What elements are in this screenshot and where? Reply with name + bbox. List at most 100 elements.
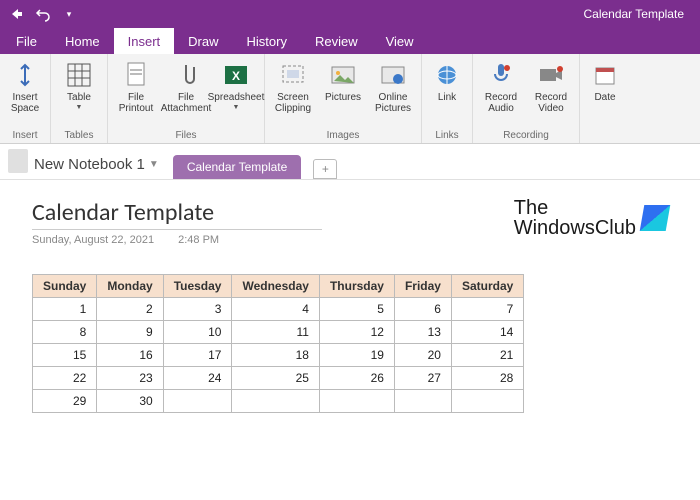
calendar-header-row: SundayMondayTuesdayWednesdayThursdayFrid… bbox=[33, 275, 524, 298]
paperclip-icon bbox=[171, 60, 201, 90]
calendar-cell[interactable]: 30 bbox=[97, 390, 163, 413]
table-row: 2930 bbox=[33, 390, 524, 413]
calendar-header-cell: Sunday bbox=[33, 275, 97, 298]
calendar-cell[interactable]: 20 bbox=[394, 344, 451, 367]
notebook-icon[interactable] bbox=[8, 149, 28, 173]
calendar-cell[interactable]: 21 bbox=[451, 344, 523, 367]
title-bar: ▾ Calendar Template bbox=[0, 0, 700, 28]
svg-text:X: X bbox=[232, 69, 240, 83]
tab-history[interactable]: History bbox=[233, 28, 301, 54]
calendar-cell[interactable] bbox=[451, 390, 523, 413]
date-button[interactable]: Date bbox=[584, 56, 626, 107]
pictures-icon bbox=[328, 60, 358, 90]
group-timestamp: Date bbox=[580, 54, 630, 143]
calendar-cell[interactable] bbox=[394, 390, 451, 413]
calendar-cell[interactable]: 26 bbox=[319, 367, 394, 390]
calendar-cell[interactable]: 25 bbox=[232, 367, 319, 390]
page-area: Calendar Template Sunday, August 22, 202… bbox=[0, 180, 700, 431]
calendar-cell[interactable]: 27 bbox=[394, 367, 451, 390]
calendar-cell[interactable]: 4 bbox=[232, 298, 319, 321]
brand-logo-icon bbox=[640, 205, 671, 231]
calendar-cell[interactable]: 12 bbox=[319, 321, 394, 344]
calendar-cell[interactable] bbox=[232, 390, 319, 413]
page-time: 2:48 PM bbox=[178, 234, 219, 246]
chevron-down-icon: ▼ bbox=[76, 104, 83, 111]
page-meta: Sunday, August 22, 2021 2:48 PM bbox=[32, 229, 322, 246]
calendar-header-cell: Saturday bbox=[451, 275, 523, 298]
calendar-cell[interactable]: 18 bbox=[232, 344, 319, 367]
calendar-cell[interactable]: 9 bbox=[97, 321, 163, 344]
calendar-cell[interactable]: 16 bbox=[97, 344, 163, 367]
table-button[interactable]: Table ▼ bbox=[55, 56, 103, 115]
tab-view[interactable]: View bbox=[372, 28, 428, 54]
calendar-cell[interactable]: 11 bbox=[232, 321, 319, 344]
calendar-cell[interactable]: 19 bbox=[319, 344, 394, 367]
calendar-cell[interactable]: 23 bbox=[97, 367, 163, 390]
spreadsheet-button[interactable]: X Spreadsheet ▼ bbox=[212, 56, 260, 115]
calendar-cell[interactable]: 28 bbox=[451, 367, 523, 390]
record-video-button[interactable]: Record Video bbox=[527, 56, 575, 118]
online-pictures-icon bbox=[378, 60, 408, 90]
calendar-table[interactable]: SundayMondayTuesdayWednesdayThursdayFrid… bbox=[32, 274, 524, 413]
tab-insert[interactable]: Insert bbox=[114, 28, 175, 54]
back-icon[interactable] bbox=[8, 5, 26, 23]
calendar-cell[interactable]: 1 bbox=[33, 298, 97, 321]
notebook-bar: New Notebook 1 ▼ Calendar Template + bbox=[0, 144, 700, 180]
window-title: Calendar Template bbox=[583, 7, 684, 21]
insert-space-icon bbox=[10, 60, 40, 90]
calendar-cell[interactable]: 24 bbox=[163, 367, 232, 390]
calendar-cell[interactable]: 13 bbox=[394, 321, 451, 344]
file-printout-button[interactable]: File Printout bbox=[112, 56, 160, 118]
notebook-name[interactable]: New Notebook 1 ▼ bbox=[34, 156, 159, 173]
calendar-cell[interactable]: 22 bbox=[33, 367, 97, 390]
ribbon-tabs: File Home Insert Draw History Review Vie… bbox=[0, 28, 700, 54]
calendar-header-cell: Tuesday bbox=[163, 275, 232, 298]
quick-access-toolbar: ▾ bbox=[8, 5, 78, 23]
calendar-icon bbox=[590, 60, 620, 90]
chevron-down-icon: ▼ bbox=[149, 159, 159, 170]
calendar-header-cell: Friday bbox=[394, 275, 451, 298]
calendar-cell[interactable]: 15 bbox=[33, 344, 97, 367]
calendar-cell[interactable]: 10 bbox=[163, 321, 232, 344]
link-button[interactable]: Link bbox=[426, 56, 468, 107]
calendar-cell[interactable]: 5 bbox=[319, 298, 394, 321]
section-tab[interactable]: Calendar Template bbox=[173, 155, 302, 179]
tab-home[interactable]: Home bbox=[51, 28, 114, 54]
add-section-button[interactable]: + bbox=[313, 159, 337, 179]
insert-space-button[interactable]: Insert Space bbox=[4, 56, 46, 118]
tab-review[interactable]: Review bbox=[301, 28, 372, 54]
record-audio-button[interactable]: Record Audio bbox=[477, 56, 525, 118]
page-date: Sunday, August 22, 2021 bbox=[32, 234, 154, 246]
online-pictures-button[interactable]: Online Pictures bbox=[369, 56, 417, 118]
calendar-cell[interactable]: 17 bbox=[163, 344, 232, 367]
calendar-cell[interactable]: 6 bbox=[394, 298, 451, 321]
calendar-cell[interactable]: 2 bbox=[97, 298, 163, 321]
spreadsheet-icon: X bbox=[221, 60, 251, 90]
file-attachment-button[interactable]: File Attachment bbox=[162, 56, 210, 118]
calendar-cell[interactable]: 14 bbox=[451, 321, 523, 344]
tab-draw[interactable]: Draw bbox=[174, 28, 232, 54]
calendar-cell[interactable] bbox=[163, 390, 232, 413]
group-recording: Record Audio Record Video Recording bbox=[473, 54, 580, 143]
group-files: File Printout File Attachment X Spreadsh… bbox=[108, 54, 265, 143]
table-icon bbox=[64, 60, 94, 90]
microphone-icon bbox=[486, 60, 516, 90]
qat-customize-icon[interactable]: ▾ bbox=[60, 5, 78, 23]
calendar-cell[interactable]: 29 bbox=[33, 390, 97, 413]
calendar-cell[interactable]: 3 bbox=[163, 298, 232, 321]
table-row: 1234567 bbox=[33, 298, 524, 321]
calendar-header-cell: Monday bbox=[97, 275, 163, 298]
screen-clipping-button[interactable]: Screen Clipping bbox=[269, 56, 317, 118]
page-title[interactable]: Calendar Template bbox=[32, 198, 322, 227]
chevron-down-icon: ▼ bbox=[233, 104, 240, 111]
undo-icon[interactable] bbox=[34, 5, 52, 23]
calendar-cell[interactable]: 7 bbox=[451, 298, 523, 321]
pictures-button[interactable]: Pictures bbox=[319, 56, 367, 107]
table-row: 22232425262728 bbox=[33, 367, 524, 390]
calendar-header-cell: Thursday bbox=[319, 275, 394, 298]
group-insert: Insert Space Insert bbox=[0, 54, 51, 143]
calendar-cell[interactable] bbox=[319, 390, 394, 413]
calendar-header-cell: Wednesday bbox=[232, 275, 319, 298]
calendar-cell[interactable]: 8 bbox=[33, 321, 97, 344]
tab-file[interactable]: File bbox=[2, 28, 51, 54]
